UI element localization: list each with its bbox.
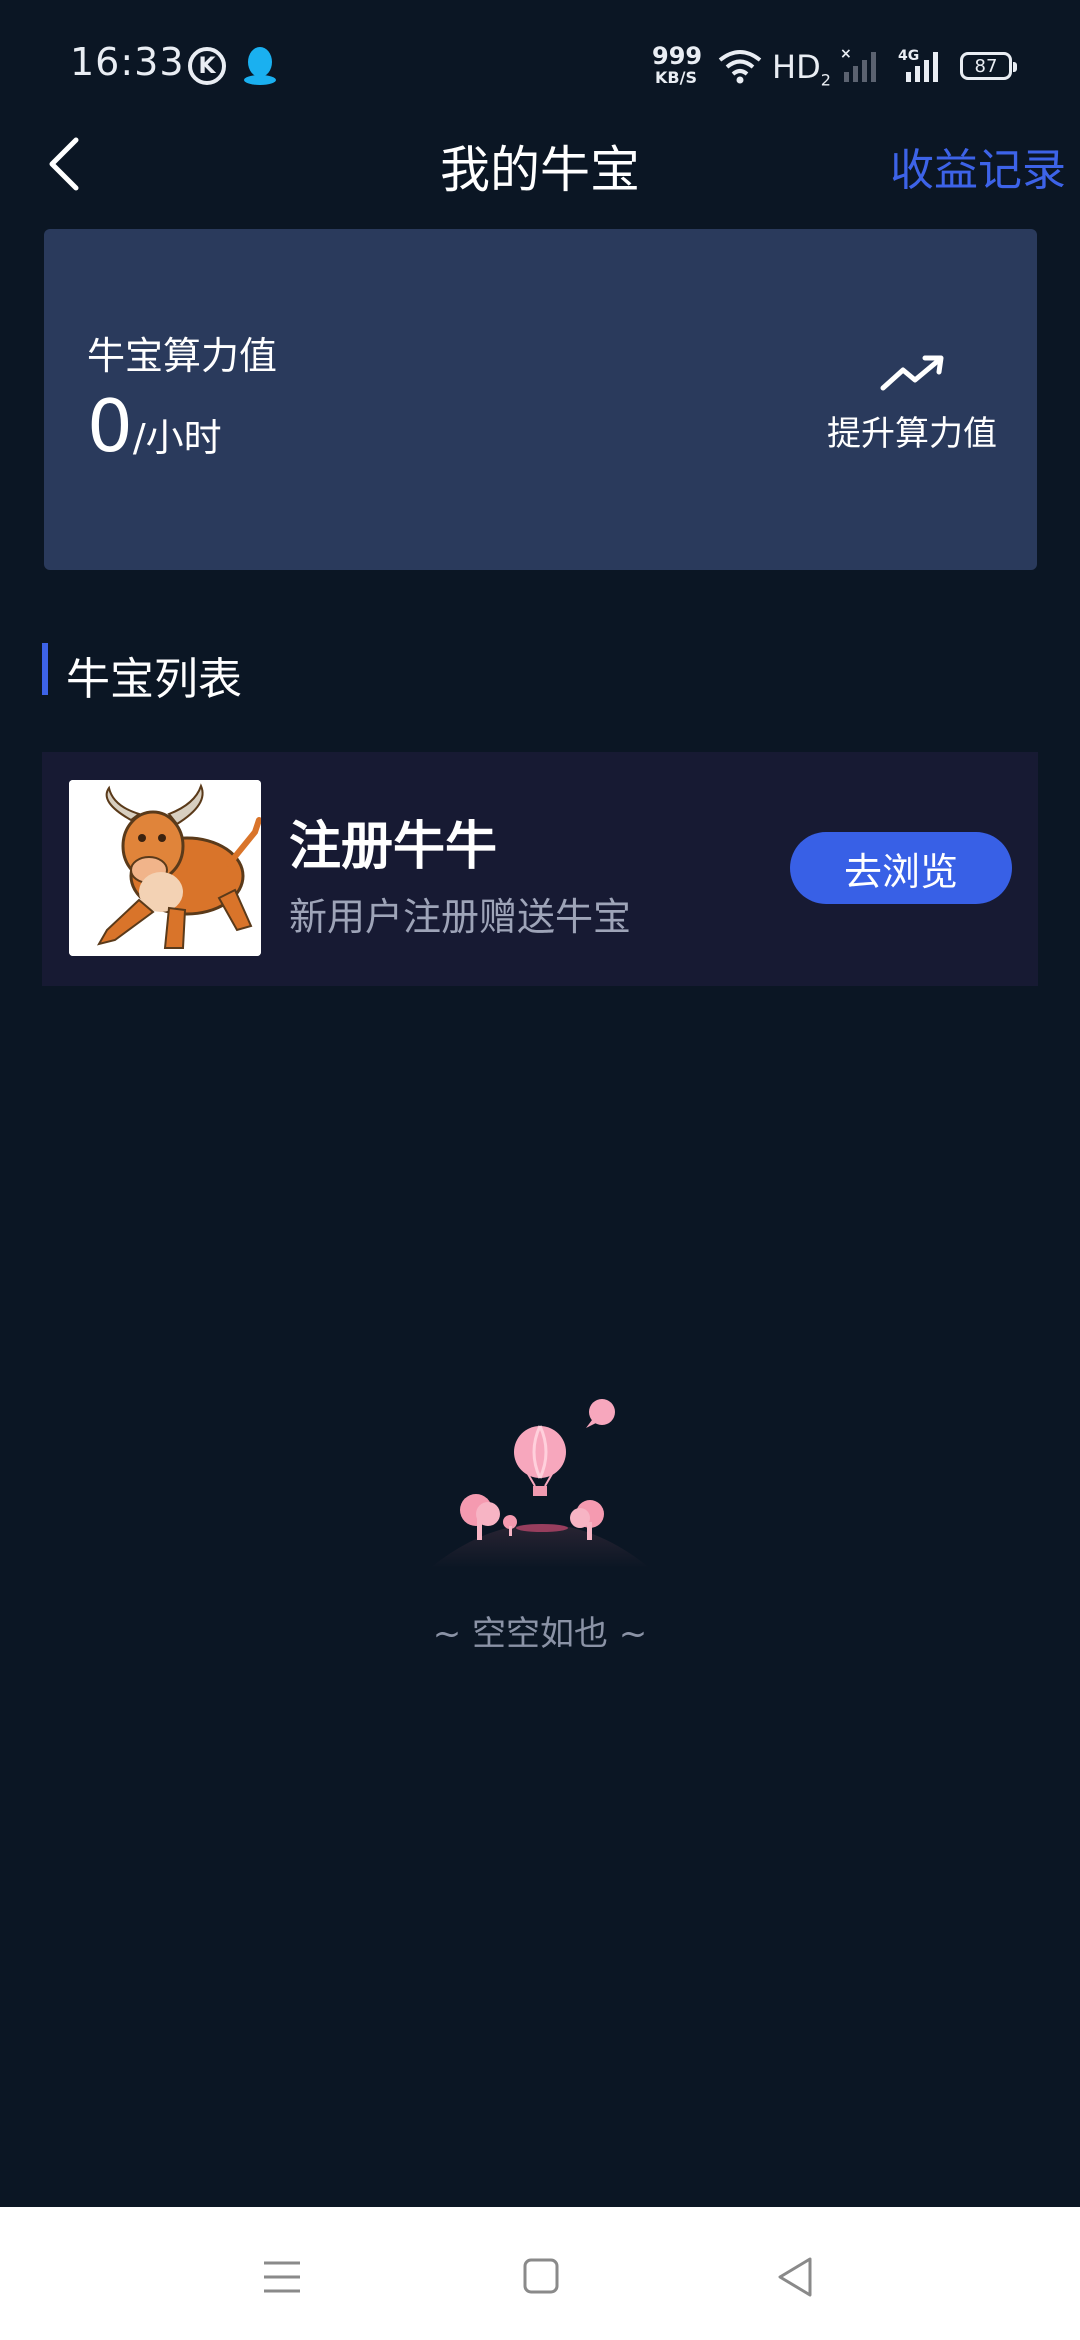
list-item[interactable]: 注册牛牛 新用户注册赠送牛宝 去浏览 <box>42 752 1038 986</box>
item-title: 注册牛牛 <box>289 817 498 877</box>
svg-text:×: × <box>840 46 852 62</box>
system-nav-bar <box>0 2207 1080 2340</box>
power-value: 0/小时 <box>87 384 222 468</box>
qq-icon <box>244 47 276 85</box>
empty-state-text: ~ 空空如也 ~ <box>432 1614 648 1654</box>
section-accent-bar <box>42 643 48 695</box>
boost-power-button[interactable]: 提升算力值 <box>827 354 997 455</box>
status-time: 16:33 <box>70 40 185 84</box>
header: 我的牛宝 收益记录 <box>0 120 1080 210</box>
signal-icon-sim1: × <box>840 46 876 82</box>
item-description: 新用户注册赠送牛宝 <box>289 895 632 939</box>
trending-up-icon <box>880 355 944 391</box>
bull-icon <box>69 780 261 956</box>
status-bar: 16:33 K 999 KB/S HD2 × 4G 87 <box>0 0 1080 130</box>
home-icon[interactable] <box>522 2257 560 2295</box>
hd-indicator: HD2 <box>772 48 831 90</box>
menu-icon[interactable] <box>262 2259 302 2295</box>
screen: 16:33 K 999 KB/S HD2 × 4G 87 我的牛宝 收益记录 牛… <box>0 0 1080 2340</box>
earnings-record-link[interactable]: 收益记录 <box>890 134 1066 198</box>
power-label: 牛宝算力值 <box>87 334 278 378</box>
wifi-icon <box>718 50 762 84</box>
empty-state-illustration <box>430 1399 650 1568</box>
signal-icon-sim2: 4G <box>898 48 938 82</box>
k-icon: K <box>188 47 226 85</box>
power-number: 0 <box>87 384 133 468</box>
svg-text:4G: 4G <box>898 48 919 64</box>
power-card: 牛宝算力值 0/小时 提升算力值 <box>44 229 1037 570</box>
net-speed: 999 KB/S <box>652 42 703 87</box>
browse-button[interactable]: 去浏览 <box>790 832 1012 904</box>
section-title: 牛宝列表 <box>66 654 242 705</box>
nav-back-icon[interactable] <box>776 2255 814 2299</box>
boost-label: 提升算力值 <box>827 414 997 454</box>
battery-icon: 87 <box>960 52 1017 80</box>
bull-thumbnail <box>69 780 261 956</box>
power-unit: /小时 <box>132 416 222 460</box>
